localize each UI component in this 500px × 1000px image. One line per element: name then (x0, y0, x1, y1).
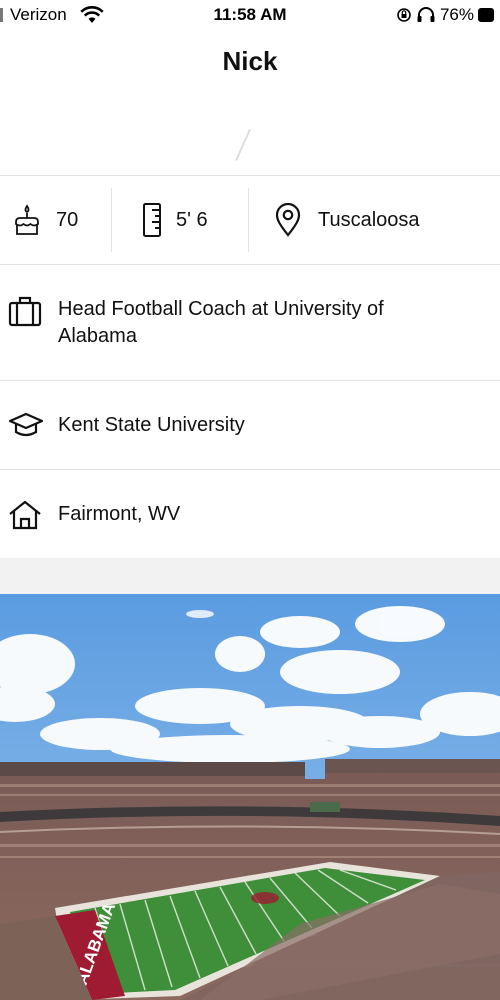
profile-header: Nick (0, 32, 500, 92)
job-row: Head Football Coach at University of Ala… (0, 265, 500, 380)
stat-location: Tuscaloosa (274, 176, 420, 264)
job-text: Head Football Coach at University of Ala… (58, 298, 384, 347)
ruler-icon (143, 203, 161, 237)
stadium-photo[interactable]: ALABAMA (0, 594, 500, 1000)
stat-age: 70 (12, 176, 78, 264)
school-row: Kent State University (0, 381, 500, 469)
profile-name: Nick (222, 46, 278, 76)
section-spacer (0, 558, 500, 594)
status-bar: Verizon 11:58 AM 76% (0, 0, 500, 32)
stat-age-value: 70 (56, 208, 79, 231)
school-text: Kent State University (58, 414, 245, 436)
profile-photo-area[interactable] (0, 92, 500, 176)
stat-divider (111, 188, 112, 252)
stat-divider (248, 188, 249, 252)
stat-location-value: Tuscaloosa (318, 208, 420, 231)
photo-placeholder-mark (235, 129, 251, 161)
graduation-cap-icon (8, 412, 44, 437)
hometown-row: Fairmont, WV (0, 470, 500, 558)
location-pin-icon (275, 203, 301, 237)
stadium-illustration: ALABAMA (0, 594, 500, 1000)
hometown-text: Fairmont, WV (58, 503, 181, 525)
battery-icon (478, 8, 494, 22)
stat-height: 5' 6 (142, 176, 208, 264)
rotation-lock-icon (397, 8, 411, 22)
headphones-icon (417, 7, 435, 22)
briefcase-icon (8, 296, 42, 327)
stats-row: 70 5' 6 Tuscaloosa (0, 176, 500, 264)
cake-icon (15, 204, 39, 235)
stat-height-value: 5' 6 (176, 208, 208, 231)
house-icon (9, 500, 41, 530)
battery-percent: 76% (439, 5, 474, 24)
